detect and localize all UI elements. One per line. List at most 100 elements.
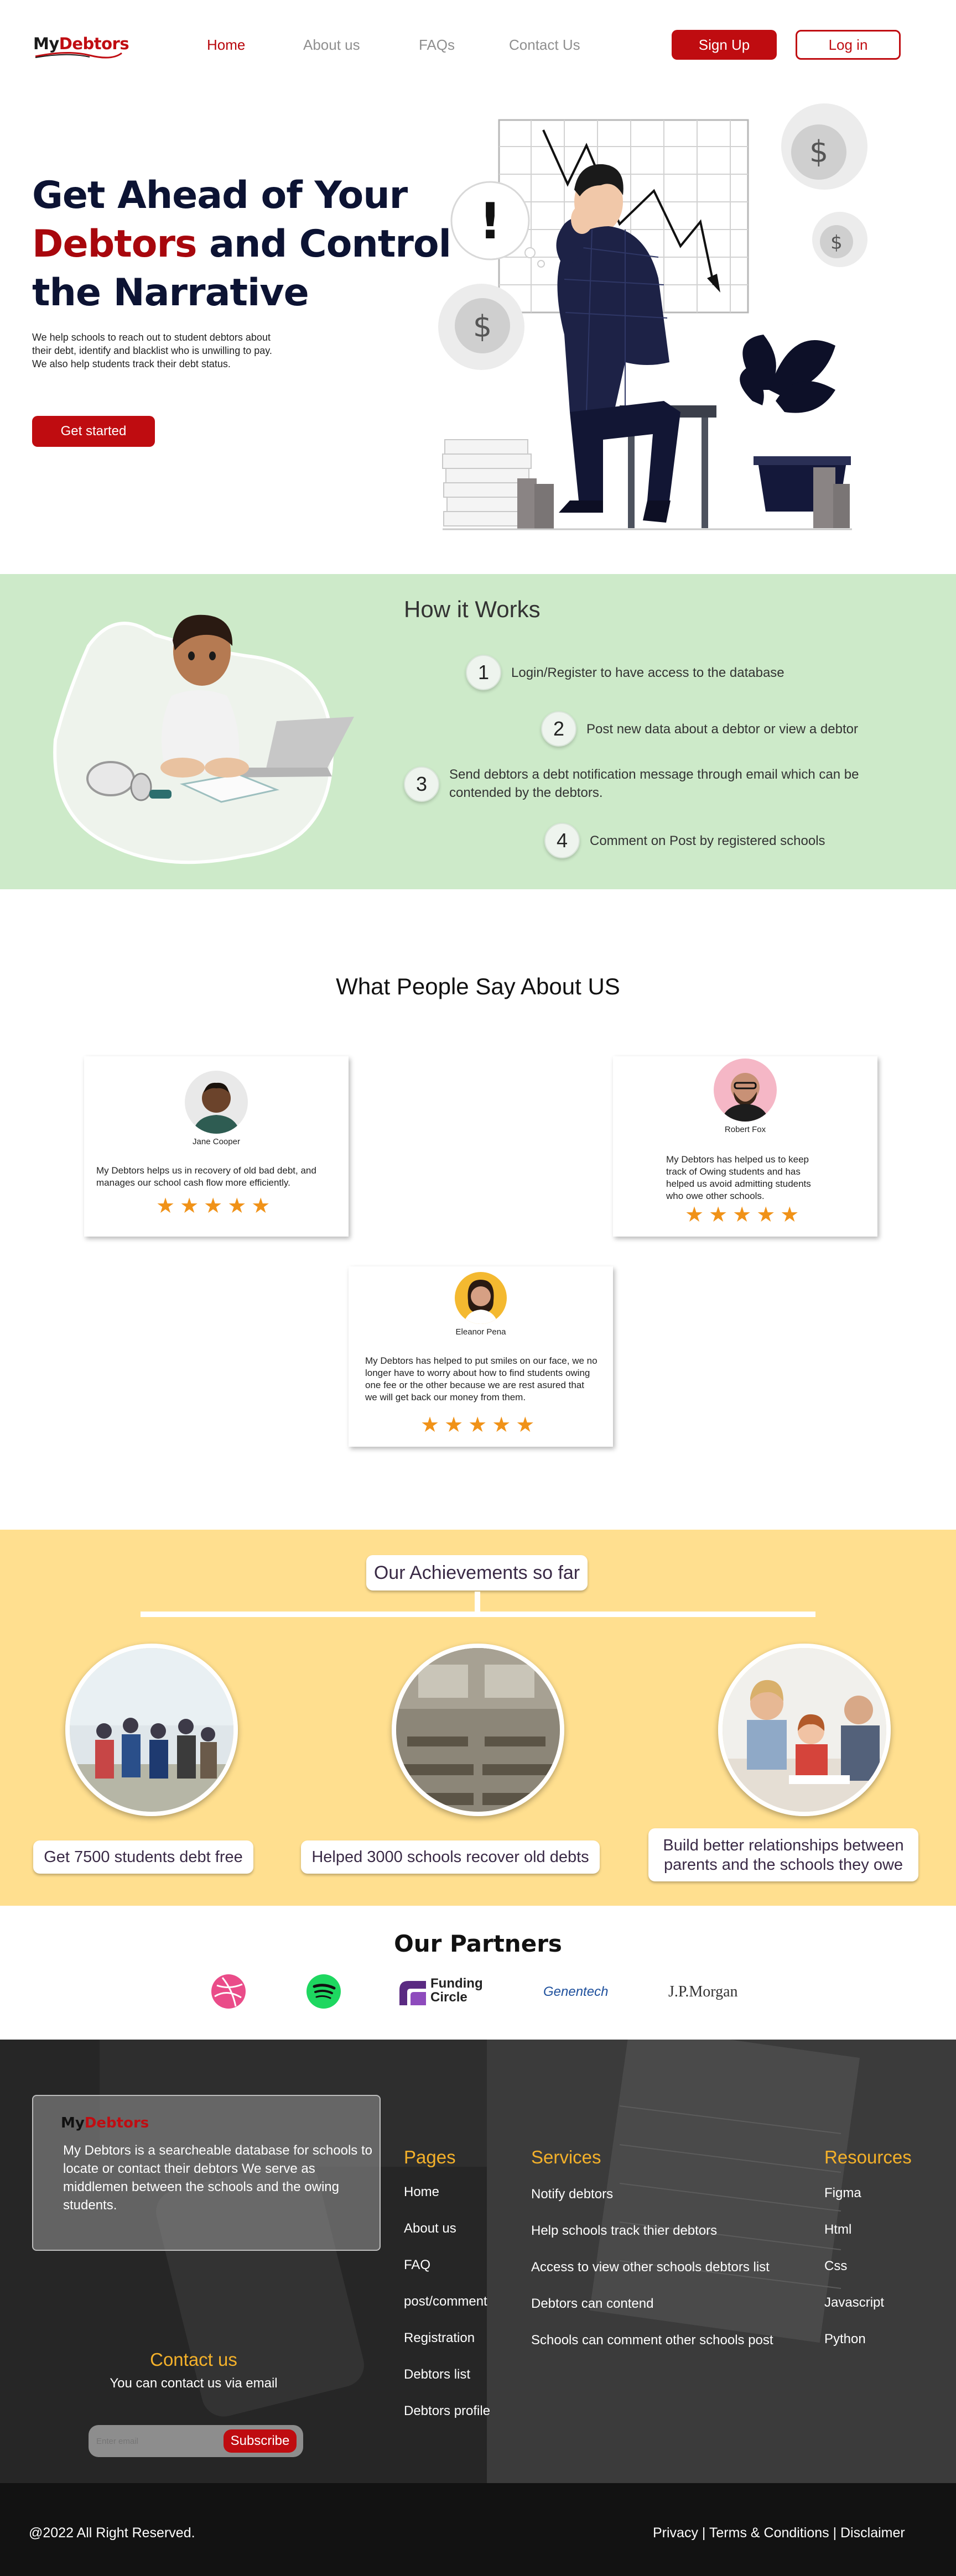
footer-resource-figma[interactable]: Figma <box>824 2186 861 2201</box>
testimonial-name: Eleanor Pena <box>455 1327 506 1337</box>
services-title: Services <box>531 2147 601 2167</box>
site-logo[interactable]: MyDebtors <box>33 34 129 59</box>
student-studying-illustration <box>53 614 354 864</box>
testimonial-quote: My Debtors has helped to put smiles on o… <box>365 1355 598 1402</box>
legal-links[interactable]: Privacy | Terms & Conditions | Disclaime… <box>653 2525 905 2541</box>
testimonial-card-robert: Robert Fox My Debtors has helped us to k… <box>613 1056 877 1237</box>
footer-resource-python[interactable]: Python <box>824 2332 866 2347</box>
avatar-jane <box>185 1071 248 1134</box>
contact-title: Contact us <box>150 2349 237 2370</box>
step-number-2: 2 <box>541 711 576 747</box>
testimonial-quote: My Debtors helps us in recovery of old b… <box>96 1165 316 1188</box>
empty-classroom-photo <box>396 1648 560 1812</box>
partners-title: Our Partners <box>394 1930 562 1957</box>
nav-faqs[interactable]: FAQs <box>419 36 455 54</box>
achievement-photo-classroom <box>392 1644 564 1816</box>
person-avatar-icon <box>464 1280 498 1324</box>
nav-contact[interactable]: Contact Us <box>509 36 580 54</box>
svg-text:!: ! <box>479 192 501 251</box>
footer-resource-css[interactable]: Css <box>824 2259 847 2274</box>
jpmorgan-logo[interactable]: J.P.Morgan <box>668 1983 738 2001</box>
subscribe-button[interactable]: Subscribe <box>224 2429 297 2453</box>
spotify-icon[interactable] <box>305 1973 342 2010</box>
subscribe-form: Subscribe <box>89 2425 303 2457</box>
genentech-logo[interactable]: Genentech <box>543 1984 608 2000</box>
achievement-caption-1: Get 7500 students debt free <box>33 1840 253 1874</box>
signup-button[interactable]: Sign Up <box>672 30 777 60</box>
step-number-3: 3 <box>404 766 439 802</box>
person-avatar-icon <box>721 1073 769 1122</box>
achievement-caption-3: Build better relationships between paren… <box>648 1828 918 1881</box>
dribbble-icon[interactable] <box>210 1973 247 2010</box>
footer-service-notify[interactable]: Notify debtors <box>531 2187 613 2202</box>
footer-link-registration[interactable]: Registration <box>404 2330 475 2346</box>
funding-circle-wordmark: Funding Circle <box>430 1976 483 2005</box>
nav-about[interactable]: About us <box>303 36 360 54</box>
pages-title: Pages <box>404 2147 456 2167</box>
footer-service-comment[interactable]: Schools can comment other schools post <box>531 2333 773 2348</box>
step-text-2: Post new data about a debtor or view a d… <box>586 722 858 737</box>
footer-bottom-bar: @2022 All Right Reserved. Privacy | Term… <box>0 2483 956 2576</box>
get-started-button[interactable]: Get started <box>32 416 155 447</box>
footer-link-faq[interactable]: FAQ <box>404 2257 430 2273</box>
achievements-title: Our Achievements so far <box>366 1555 588 1591</box>
avatar-robert <box>714 1058 777 1122</box>
footer-link-debtors-profile[interactable]: Debtors profile <box>404 2403 490 2419</box>
connector-line <box>475 1592 480 1614</box>
step-number-4: 4 <box>544 823 580 858</box>
person-avatar-icon <box>193 1082 240 1134</box>
funding-circle-icon <box>399 1981 426 2005</box>
stressed-man-chart-illustration: $ $ $ ! <box>438 103 867 530</box>
footer-service-contend[interactable]: Debtors can contend <box>531 2296 653 2312</box>
rating-stars: ★★★★★ <box>156 1195 276 1218</box>
testimonial-card-eleanor: Eleanor Pena My Debtors has helped to pu… <box>349 1266 613 1447</box>
achievement-photo-students <box>65 1644 238 1816</box>
svg-text:$: $ <box>830 232 843 254</box>
footer-link-about[interactable]: About us <box>404 2221 456 2236</box>
copyright-text: @2022 All Right Reserved. <box>29 2525 195 2541</box>
testimonial-name: Robert Fox <box>724 1125 766 1134</box>
funding-circle-logo[interactable]: Funding Circle <box>398 1977 492 2007</box>
footer-resource-javascript[interactable]: Javascript <box>824 2295 884 2311</box>
footer-logo[interactable]: MyDebtors <box>61 2115 149 2131</box>
nav-home[interactable]: Home <box>207 36 245 54</box>
avatar-eleanor <box>455 1272 507 1324</box>
achievement-photo-parents <box>718 1644 891 1816</box>
footer-link-debtors-list[interactable]: Debtors list <box>404 2367 470 2382</box>
step-number-1: 1 <box>466 655 501 690</box>
achievement-caption-2: Helped 3000 schools recover old debts <box>301 1840 600 1874</box>
students-group-photo <box>70 1648 233 1812</box>
step-text-3: Send debtors a debt notification message… <box>449 767 859 800</box>
step-text-4: Comment on Post by registered schools <box>590 833 825 848</box>
email-input[interactable] <box>96 2433 218 2449</box>
footer-about-card: MyDebtors My Debtors is a searcheable da… <box>32 2095 381 2251</box>
footer-link-home[interactable]: Home <box>404 2184 439 2200</box>
testimonial-card-jane: Jane Cooper My Debtors helps us in recov… <box>84 1056 349 1237</box>
login-button[interactable]: Log in <box>796 30 901 60</box>
contact-text: You can contact us via email <box>110 2376 278 2391</box>
family-meeting-photo <box>723 1648 886 1812</box>
how-it-works-section: How it Works 1 Login/Register to have ac… <box>0 574 956 889</box>
footer: MyDebtors My Debtors is a searcheable da… <box>0 2040 956 2483</box>
resources-title: Resources <box>824 2147 912 2167</box>
footer-link-post-comment[interactable]: post/comment <box>404 2294 487 2309</box>
rating-stars: ★★★★★ <box>685 1203 804 1227</box>
testimonial-quote: My Debtors has helped us to keep track o… <box>666 1154 811 1201</box>
logo-swoosh-icon <box>35 52 122 59</box>
footer-service-track[interactable]: Help schools track thier debtors <box>531 2223 717 2239</box>
rating-stars: ★★★★★ <box>420 1414 540 1437</box>
footer-resource-html[interactable]: Html <box>824 2222 851 2238</box>
footer-service-access[interactable]: Access to view other schools debtors lis… <box>531 2260 770 2275</box>
testimonials-title: What People Say About US <box>336 973 620 999</box>
hero-title: Get Ahead of Your Debtors and Control th… <box>32 174 451 315</box>
svg-text:$: $ <box>809 134 828 169</box>
step-text-1: Login/Register to have access to the dat… <box>511 665 784 680</box>
hero-description: We help schools to reach out to student … <box>32 332 272 369</box>
footer-about-text: My Debtors is a searcheable database for… <box>63 2143 372 2213</box>
svg-text:$: $ <box>473 309 492 344</box>
testimonial-name: Jane Cooper <box>193 1137 240 1146</box>
top-navbar: MyDebtors Home About us FAQs Contact Us … <box>0 0 956 94</box>
connector-bar <box>141 1612 815 1617</box>
achievements-section: Our Achievements so far Get 7500 student… <box>0 1530 956 1906</box>
how-title: How it Works <box>404 596 541 622</box>
